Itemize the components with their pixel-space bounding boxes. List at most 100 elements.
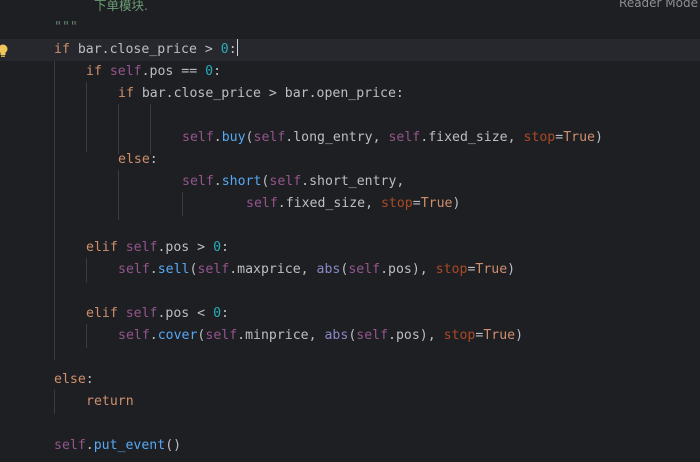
keyword: if [86, 64, 102, 79]
function-call: buy [221, 130, 246, 145]
function-call: put_event [93, 438, 166, 453]
code-text: return [86, 391, 134, 413]
code-line-current[interactable]: if bar.close_price > 0: [0, 39, 700, 61]
keyword: return [86, 394, 134, 409]
punct: ) [515, 328, 524, 343]
code-text: self.cover(self.minprice, abs(self.pos),… [118, 325, 523, 347]
keyword: else [118, 152, 150, 167]
code-line[interactable]: """ [0, 17, 700, 39]
keyword: True [483, 328, 516, 343]
self-keyword: self [253, 130, 286, 145]
identifier: .pos > [157, 240, 214, 255]
keyword: True [475, 262, 508, 277]
punct: : [149, 152, 158, 167]
punct: . [149, 328, 158, 343]
code-editor[interactable]: Reader Mode 下单模块. """ if bar.close_price… [0, 0, 700, 462]
code-line[interactable]: self.short(self.short_entry, [0, 171, 700, 193]
code-text: if bar.close_price > 0: [54, 39, 239, 61]
code-text: else: [54, 369, 94, 391]
punct: : [221, 240, 229, 255]
builtin-function: abs [324, 328, 349, 343]
keyword: if [54, 42, 70, 57]
identifier: .short_entry, [301, 174, 405, 189]
identifier: .pos < [157, 306, 214, 321]
code-line[interactable]: self.put_event() [0, 435, 700, 457]
code-line[interactable]: else: [0, 369, 700, 391]
identifier: .minprice, [237, 328, 325, 343]
number: 0 [213, 240, 222, 255]
punct: . [213, 174, 222, 189]
param-name: stop [523, 130, 556, 145]
identifier: .pos), [388, 328, 444, 343]
punct: : [213, 64, 222, 79]
lightbulb-icon[interactable] [0, 44, 9, 58]
function-call: short [221, 174, 262, 189]
identifier: .fixed_size, [420, 130, 524, 145]
operator: = [412, 196, 421, 211]
code-line[interactable]: self.cover(self.minprice, abs(self.pos),… [0, 325, 700, 347]
identifier: .maxprice, [229, 262, 317, 277]
punct: . [149, 262, 158, 277]
docstring-quotes: """ [54, 20, 78, 35]
param-name: stop [443, 328, 476, 343]
code-text: else: [118, 149, 158, 171]
self-keyword: self [197, 262, 230, 277]
comment-text: 下单模块. [94, 0, 148, 13]
keyword: if [118, 86, 134, 101]
function-call: sell [157, 262, 190, 277]
self-keyword: self [125, 240, 158, 255]
self-keyword: self [109, 64, 142, 79]
code-text: self.fixed_size, stop=True) [246, 193, 460, 215]
builtin-function: abs [316, 262, 341, 277]
param-name: stop [435, 262, 468, 277]
code-text: elif self.pos > 0: [86, 237, 229, 259]
keyword: else [54, 372, 86, 387]
function-call: cover [157, 328, 198, 343]
self-keyword: self [182, 130, 214, 145]
punct: () [165, 438, 182, 453]
param-name: stop [380, 196, 413, 211]
punct: ) [594, 130, 603, 145]
code-line[interactable]: return [0, 391, 700, 413]
code-line[interactable]: elif self.pos < 0: [0, 303, 700, 325]
keyword: True [420, 196, 453, 211]
identifier: .pos == [141, 64, 206, 79]
number: 0 [220, 42, 229, 57]
code-text: elif self.pos < 0: [86, 303, 229, 325]
number: 0 [213, 306, 222, 321]
punct: : [228, 42, 237, 57]
code-line[interactable]: elif self.pos > 0: [0, 237, 700, 259]
punct: : [221, 306, 229, 321]
self-keyword: self [54, 438, 86, 453]
code-line[interactable]: self.buy(self.long_entry, self.fixed_siz… [0, 127, 700, 149]
code-line[interactable]: self.fixed_size, stop=True) [0, 193, 700, 215]
identifier: .long_entry, [285, 130, 389, 145]
code-line[interactable]: 下单模块. [0, 0, 700, 17]
text-caret [236, 39, 239, 56]
punct: : [85, 372, 94, 387]
operator: = [555, 130, 564, 145]
identifier: bar.close_price [77, 42, 197, 57]
code-text: if bar.close_price > bar.open_price: [118, 83, 404, 105]
punct: . [213, 130, 222, 145]
identifier: .pos), [380, 262, 436, 277]
number: 0 [205, 64, 214, 79]
punct: ( [245, 130, 254, 145]
identifier: .fixed_size, [277, 196, 381, 211]
punct: . [85, 438, 94, 453]
self-keyword: self [356, 328, 389, 343]
code-text: if self.pos == 0: [86, 61, 221, 83]
punct: ) [507, 262, 516, 277]
self-keyword: self [246, 196, 278, 211]
code-line[interactable]: self.sell(self.maxprice, abs(self.pos), … [0, 259, 700, 281]
self-keyword: self [388, 130, 421, 145]
code-line[interactable]: else: [0, 149, 700, 171]
self-keyword: self [269, 174, 302, 189]
code-text: self.buy(self.long_entry, self.fixed_siz… [182, 127, 603, 149]
keyword: elif [86, 240, 118, 255]
self-keyword: self [182, 174, 214, 189]
code-line[interactable]: if bar.close_price > bar.open_price: [0, 83, 700, 105]
code-line[interactable]: if self.pos == 0: [0, 61, 700, 83]
code-text: self.put_event() [54, 435, 181, 457]
self-keyword: self [118, 262, 150, 277]
